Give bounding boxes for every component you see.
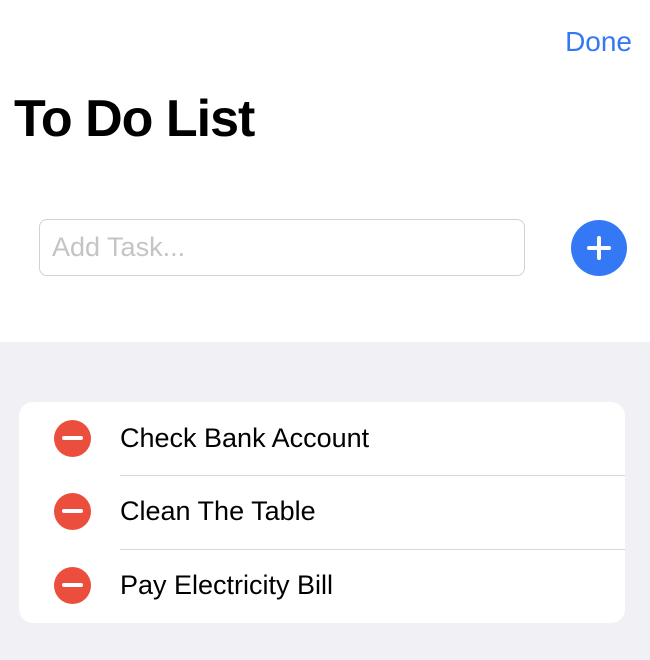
minus-circle-icon[interactable]	[54, 567, 91, 604]
header-area: Done To Do List	[0, 0, 650, 342]
page-title: To Do List	[14, 90, 255, 148]
task-row-pay-electricity-bill[interactable]: Pay Electricity Bill	[19, 549, 625, 623]
task-list-area: Check Bank Account Clean The Table Pay E…	[0, 342, 650, 660]
plus-icon	[587, 236, 611, 260]
done-button[interactable]: Done	[565, 22, 632, 62]
task-label: Clean The Table	[120, 496, 316, 526]
minus-circle-icon[interactable]	[54, 493, 91, 530]
add-task-input[interactable]	[39, 219, 525, 276]
task-label: Check Bank Account	[120, 423, 370, 453]
task-list: Check Bank Account Clean The Table Pay E…	[19, 402, 625, 623]
task-label: Pay Electricity Bill	[120, 570, 334, 600]
task-row-clean-the-table[interactable]: Clean The Table	[19, 475, 625, 549]
task-row-check-bank-account[interactable]: Check Bank Account	[19, 402, 625, 475]
add-task-button[interactable]	[571, 220, 627, 276]
minus-circle-icon[interactable]	[54, 420, 91, 457]
